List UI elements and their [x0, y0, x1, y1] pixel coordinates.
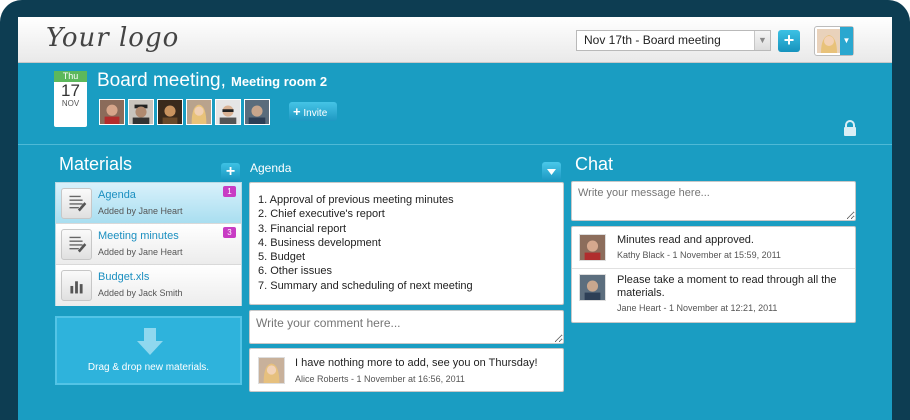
spreadsheet-chart-icon	[61, 270, 92, 301]
material-item-budget[interactable]: Budget.xls Added by Jack Smith	[56, 265, 241, 306]
invite-button[interactable]: + Invite	[289, 102, 337, 121]
add-meeting-button[interactable]: +	[778, 30, 800, 52]
participant-avatar[interactable]	[244, 99, 270, 125]
date-month: NOV	[61, 99, 80, 108]
agenda-title: Agenda	[250, 161, 292, 175]
comment-item: I have nothing more to add, see you on T…	[249, 348, 564, 392]
add-material-button[interactable]: +	[221, 163, 240, 182]
avatar	[579, 274, 606, 301]
meeting-select[interactable]: Nov 17th - Board meeting ▼	[576, 30, 771, 51]
material-name: Meeting minutes	[98, 230, 179, 242]
agenda-item: 1. Approval of previous meeting minutes	[258, 194, 454, 206]
logo: Your logo	[46, 23, 180, 53]
agenda-item: 7. Summary and scheduling of next meetin…	[258, 279, 473, 292]
material-author: Added by Jane Heart	[98, 247, 183, 257]
materials-list: Agenda Added by Jane Heart 1 Meeting min…	[55, 182, 242, 306]
meeting-select-value: Nov 17th - Board meeting	[584, 33, 721, 47]
participant-avatar[interactable]	[99, 99, 125, 125]
chevron-down-icon: ▼	[840, 27, 853, 55]
material-item-agenda[interactable]: Agenda Added by Jane Heart 1	[56, 183, 241, 224]
material-item-meeting-minutes[interactable]: Meeting minutes Added by Jane Heart 3	[56, 224, 241, 265]
user-menu-button[interactable]: ▼	[814, 26, 854, 56]
date-day: 17	[61, 81, 80, 100]
agenda-list: 1. Approval of previous meeting minutes …	[250, 183, 563, 293]
chat-message-list: Minutes read and approved. Kathy Black -…	[571, 226, 856, 323]
meeting-location: Meeting room 2	[231, 74, 328, 89]
agenda-collapse-button[interactable]	[542, 162, 561, 181]
agenda-item: 5. Budget	[258, 251, 306, 264]
chat-message: Please take a moment to read through all…	[572, 269, 855, 322]
material-name: Agenda	[98, 189, 136, 201]
agenda-content: 1. Approval of previous meeting minutes …	[249, 182, 564, 305]
comment-meta: Alice Roberts - 1 November at 16:56, 201…	[295, 374, 465, 384]
device-frame: Your logo Nov 17th - Board meeting ▼ + ▼…	[0, 0, 910, 420]
participant-avatar[interactable]	[186, 99, 212, 125]
invite-label: Invite	[303, 108, 328, 119]
agenda-item: 4. Business development	[258, 236, 381, 249]
agenda-item: 3. Financial report	[258, 222, 347, 235]
materials-title: Materials	[59, 154, 133, 174]
meeting-time: 07:30	[57, 114, 84, 125]
avatar	[579, 234, 606, 261]
chevron-down-icon: ▼	[754, 31, 770, 50]
agenda-item: 2. Chief executive's report	[258, 208, 385, 221]
lock-icon[interactable]	[843, 120, 857, 136]
chat-message-meta: Kathy Black - 1 November at 15:59, 2011	[617, 250, 781, 260]
comment-text: I have nothing more to add, see you on T…	[295, 357, 538, 369]
participant-list	[99, 99, 273, 125]
participant-avatar[interactable]	[157, 99, 183, 125]
comment-input[interactable]	[249, 310, 564, 344]
dropzone-label: Drag & drop new materials.	[87, 362, 210, 373]
chat-message: Minutes read and approved. Kathy Black -…	[572, 227, 855, 269]
arrow-down-icon	[137, 328, 163, 355]
avatar	[258, 357, 285, 384]
chat-message-text: Please take a moment to read through all…	[617, 274, 837, 299]
document-icon	[61, 229, 92, 260]
document-icon	[61, 188, 92, 219]
plus-icon: +	[293, 104, 301, 119]
avatar	[817, 29, 841, 53]
chat-message-text: Minutes read and approved.	[617, 234, 754, 246]
comment-count-badge: 1	[223, 186, 236, 197]
meeting-header: Thu 17 NOV 07:30 Board meeting, Meeting …	[18, 63, 892, 145]
chat-message-meta: Jane Heart - 1 November at 12:21, 2011	[617, 303, 778, 313]
comment-count-badge: 3	[223, 227, 236, 238]
chat-message-input[interactable]	[571, 181, 856, 221]
app-screen: Your logo Nov 17th - Board meeting ▼ + ▼…	[18, 17, 892, 420]
material-name: Budget.xls	[98, 271, 150, 283]
material-author: Added by Jack Smith	[98, 288, 183, 298]
chevron-down-icon	[547, 169, 556, 175]
top-bar: Your logo Nov 17th - Board meeting ▼ + ▼	[18, 17, 892, 63]
material-dropzone[interactable]: Drag & drop new materials.	[55, 316, 242, 385]
chat-title: Chat	[575, 154, 614, 174]
agenda-item: 6. Other issues	[258, 265, 332, 278]
participant-avatar[interactable]	[128, 99, 154, 125]
page-title: Board meeting,	[97, 70, 226, 91]
participant-avatar[interactable]	[215, 99, 241, 125]
material-author: Added by Jane Heart	[98, 206, 183, 216]
